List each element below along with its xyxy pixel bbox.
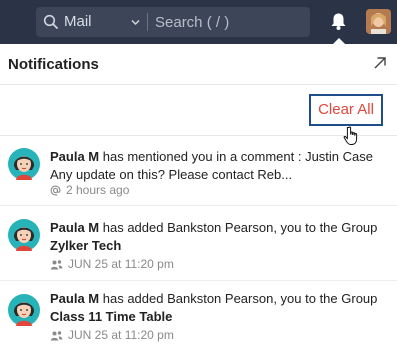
group-icon <box>50 259 63 269</box>
actor-name: Paula M <box>50 149 100 164</box>
notification-text: Paula M has added Bankston Pearson, you … <box>50 290 390 326</box>
chevron-down-icon[interactable] <box>131 19 140 26</box>
avatar <box>8 294 40 326</box>
group-name: Zylker Tech <box>50 238 122 253</box>
search-bar[interactable]: Mail <box>36 7 310 37</box>
notification-message: has added Bankston Pearson, you to the G… <box>102 220 378 235</box>
notification-message: has added Bankston Pearson, you to the G… <box>102 291 378 306</box>
expand-icon[interactable] <box>373 56 387 70</box>
notification-meta: 2 hours ago <box>50 182 129 198</box>
notifications-header: Notifications <box>0 44 397 85</box>
notification-meta: JUN 25 at 11:20 pm <box>50 256 174 272</box>
avatar <box>8 148 40 180</box>
search-icon <box>43 14 58 29</box>
notification-text: Paula M has added Bankston Pearson, you … <box>50 219 390 255</box>
notification-meta: JUN 25 at 11:20 pm <box>50 327 174 343</box>
top-bar: Mail <box>0 0 397 44</box>
actor-name: Paula M <box>50 220 100 235</box>
search-input[interactable] <box>155 7 305 37</box>
notification-time: JUN 25 at 11:20 pm <box>68 257 174 271</box>
group-icon <box>50 330 63 340</box>
bell-icon[interactable] <box>330 12 347 31</box>
notification-time: 2 hours ago <box>66 183 130 197</box>
panel-title: Notifications <box>8 56 99 73</box>
notification-text: Paula M has mentioned you in a comment :… <box>50 148 390 184</box>
search-scope-label[interactable]: Mail <box>64 7 92 37</box>
group-name: Class 11 Time Table <box>50 309 173 324</box>
notification-time: JUN 25 at 11:20 pm <box>68 328 174 342</box>
at-icon <box>50 185 61 195</box>
search-divider <box>147 13 148 31</box>
notification-message: has mentioned you in a comment : Justin … <box>50 149 374 182</box>
notification-item[interactable]: Paula M has added Bankston Pearson, you … <box>0 281 397 355</box>
user-avatar[interactable] <box>366 9 391 34</box>
clear-all-button[interactable]: Clear All <box>309 94 383 126</box>
notification-item[interactable]: Paula M has added Bankston Pearson, you … <box>0 206 397 281</box>
avatar <box>8 219 40 251</box>
actor-name: Paula M <box>50 291 100 306</box>
notification-item[interactable]: Paula M has mentioned you in a comment :… <box>0 136 397 206</box>
